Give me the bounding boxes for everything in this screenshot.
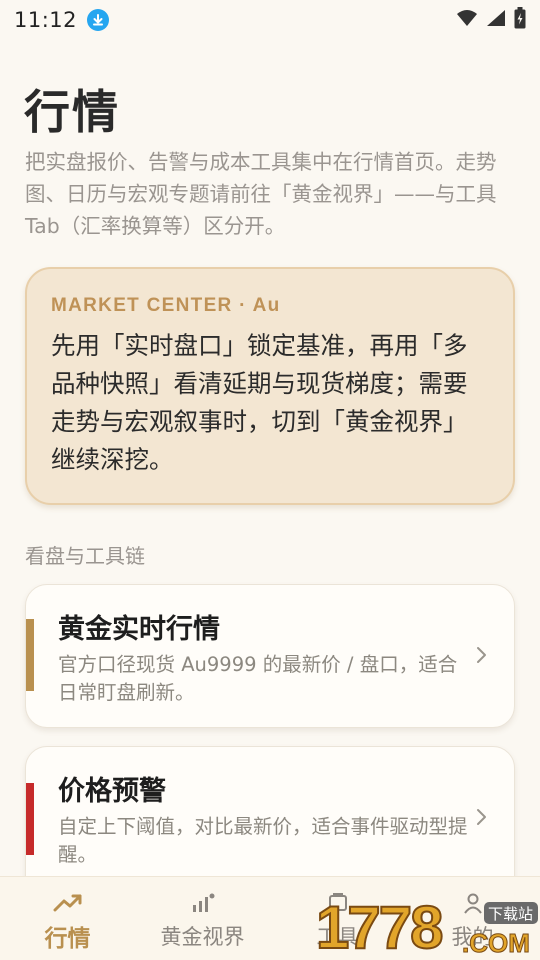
cell-signal-icon <box>486 9 506 31</box>
nav-label: 行情 <box>44 926 91 952</box>
svg-text:1778: 1778 <box>316 894 442 960</box>
intro-card: MARKET CENTER · Au 先用「实时盘口」锁定基准，再用「多品种快照… <box>25 267 515 505</box>
card-gold-realtime[interactable]: 黄金实时行情 官方口径现货 Au9999 的最新价 / 盘口，适合日常盯盘刷新。 <box>25 584 515 728</box>
download-badge-icon <box>87 9 110 31</box>
status-bar: 11:12 <box>0 0 540 40</box>
status-right <box>456 7 526 33</box>
card-description: 官方口径现货 Au9999 的最新价 / 盘口，适合日常盯盘刷新。 <box>58 653 458 704</box>
battery-charging-icon <box>514 7 526 33</box>
card-title: 黄金实时行情 <box>58 614 220 645</box>
card-accent-bar <box>26 783 34 855</box>
chevron-right-icon <box>476 807 488 831</box>
trending-up-icon <box>53 891 83 915</box>
intro-kicker: MARKET CENTER · Au <box>51 295 281 316</box>
bar-chart-icon <box>191 891 215 915</box>
watermark-logo: 1778 .COM 下载站 <box>312 884 540 960</box>
page-description: 把实盘报价、告警与成本工具集中在行情首页。走势图、日历与宏观专题请前往「黄金视界… <box>25 150 497 238</box>
status-left: 11:12 <box>14 8 110 32</box>
nav-label: 黄金视界 <box>160 925 245 949</box>
page-title: 行情 <box>24 85 120 139</box>
card-title: 价格预警 <box>58 776 166 807</box>
svg-text:下载站: 下载站 <box>488 905 533 923</box>
nav-item-market[interactable]: 行情 <box>0 877 135 960</box>
intro-text: 先用「实时盘口」锁定基准，再用「多品种快照」看清延期与现货梯度；需要走势与宏观叙… <box>51 331 468 474</box>
chevron-right-icon <box>476 645 488 669</box>
card-description: 自定上下阈值，对比最新价，适合事件驱动型提醒。 <box>58 815 468 866</box>
wifi-icon <box>456 9 478 31</box>
nav-item-gold-vision[interactable]: 黄金视界 <box>135 877 270 960</box>
section-label: 看盘与工具链 <box>25 544 145 568</box>
status-time: 11:12 <box>14 8 78 32</box>
svg-text:.COM: .COM <box>462 928 530 958</box>
card-accent-bar <box>26 619 34 691</box>
